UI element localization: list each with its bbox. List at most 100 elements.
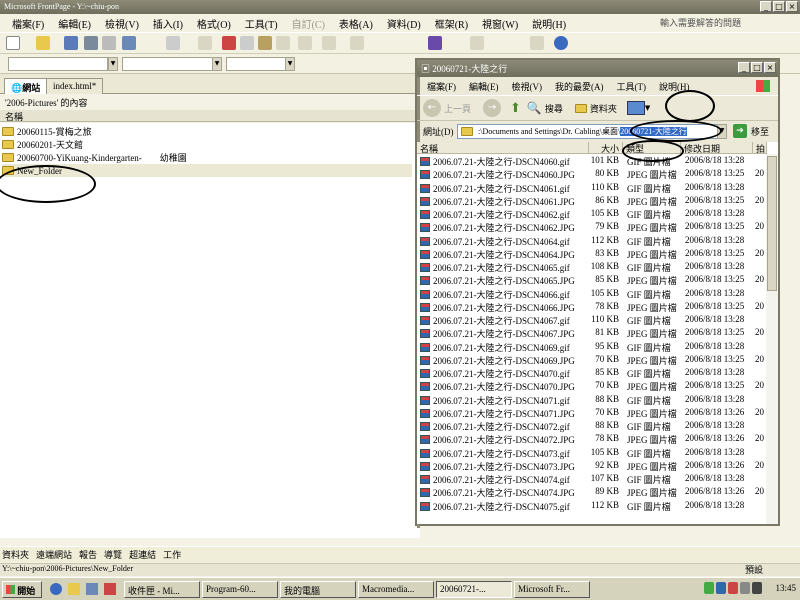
file-row[interactable]: 2006.07.21-大陸之行-DSCN4073.gif 105 KB GIF 圖片… xyxy=(417,447,778,460)
file-row[interactable]: 2006.07.21-大陸之行-DSCN4071.JPG 70 KB JPEG 圖片… xyxy=(417,407,778,420)
start-button[interactable]: 開始 xyxy=(2,581,42,598)
file-row[interactable]: 2006.07.21-大陸之行-DSCN4072.gif 88 KB GIF 圖片檔… xyxy=(417,420,778,433)
back-button-label[interactable]: 上一頁 xyxy=(444,102,471,115)
paste-icon[interactable] xyxy=(258,36,272,50)
tray-icon[interactable] xyxy=(752,582,762,594)
file-row[interactable]: 2006.07.21-大陸之行-DSCN4065.JPG 85 KB JPEG 圖片… xyxy=(417,274,778,287)
cut-icon[interactable] xyxy=(222,36,236,50)
media-quicklaunch-icon[interactable] xyxy=(104,583,116,595)
list-item[interactable]: 20060201-天文館 xyxy=(2,138,83,151)
file-row[interactable]: 2006.07.21-大陸之行-DSCN4067.gif 110 KB GIF 圖片… xyxy=(417,314,778,327)
file-row[interactable]: 2006.07.21-大陸之行-DSCN4065.gif 108 KB GIF 圖片… xyxy=(417,261,778,274)
menu-item[interactable]: 說明(H) xyxy=(532,16,566,31)
column-header-modified[interactable]: 修改日期 xyxy=(681,142,753,154)
menu-item[interactable]: 框架(R) xyxy=(435,16,468,31)
file-row[interactable]: 2006.07.21-大陸之行-DSCN4074.gif 107 KB GIF 圖片… xyxy=(417,473,778,486)
copy-icon[interactable] xyxy=(240,36,254,50)
go-button[interactable]: ➔ 移至 xyxy=(733,124,769,138)
file-row[interactable]: 2006.07.21-大陸之行-DSCN4066.JPG 78 KB JPEG 圖片… xyxy=(417,301,778,314)
preview-icon[interactable] xyxy=(122,36,136,50)
file-row[interactable]: 2006.07.21-大陸之行-DSCN4064.gif 112 KB GIF 圖片… xyxy=(417,235,778,248)
maximize-button[interactable]: □ xyxy=(773,1,785,12)
file-row[interactable]: 2006.07.21-大陸之行-DSCN4069.JPG 70 KB JPEG 圖片… xyxy=(417,354,778,367)
ie-quicklaunch-icon[interactable] xyxy=(50,583,62,595)
file-row[interactable]: 2006.07.21-大陸之行-DSCN4073.JPG 92 KB JPEG 圖片… xyxy=(417,460,778,473)
menu-item[interactable]: 工具(T) xyxy=(617,80,647,93)
file-row[interactable]: 2006.07.21-大陸之行-DSCN4069.gif 95 KB GIF 圖片檔… xyxy=(417,341,778,354)
up-folder-icon[interactable]: ⬆ xyxy=(510,100,521,116)
file-row[interactable]: 2006.07.21-大陸之行-DSCN4072.JPG 78 KB JPEG 圖片… xyxy=(417,433,778,446)
file-row[interactable]: 2006.07.21-大陸之行-DSCN4061.gif 110 KB GIF 圖片… xyxy=(417,182,778,195)
file-row[interactable]: 2006.07.21-大陸之行-DSCN4066.gif 105 KB GIF 圖片… xyxy=(417,288,778,301)
file-row[interactable]: 2006.07.21-大陸之行-DSCN4064.JPG 83 KB JPEG 圖片… xyxy=(417,248,778,261)
forward-arrow-icon[interactable]: → xyxy=(483,99,502,117)
menu-item[interactable]: 資料(D) xyxy=(387,16,421,31)
file-row[interactable]: 2006.07.21-大陸之行-DSCN4075.gif 112 KB GIF 圖片… xyxy=(417,500,778,513)
view-tasks[interactable]: 工作 xyxy=(163,548,181,561)
menu-item[interactable]: 編輯(E) xyxy=(469,80,499,93)
folders-button[interactable]: 資料夾 xyxy=(590,102,617,115)
new-page-icon[interactable] xyxy=(6,36,20,50)
menu-item[interactable]: 檔案(F) xyxy=(427,80,456,93)
search-icon[interactable]: 🔍 xyxy=(527,101,542,116)
view-hyperlinks[interactable]: 超連結 xyxy=(129,548,156,561)
chevron-down-icon[interactable]: ▼ xyxy=(285,57,295,71)
back-arrow-icon[interactable]: ← xyxy=(423,99,441,117)
size-combo[interactable] xyxy=(226,57,286,71)
maximize-button[interactable]: □ xyxy=(751,62,763,73)
menu-item[interactable]: 編輯(E) xyxy=(58,16,91,31)
file-row[interactable]: 2006.07.21-大陸之行-DSCN4070.JPG 70 KB JPEG 圖片… xyxy=(417,380,778,393)
check-icon[interactable] xyxy=(198,36,212,50)
view-reports[interactable]: 報告 xyxy=(79,548,97,561)
taskbar-button[interactable]: Program-60... xyxy=(202,581,278,598)
close-button[interactable]: × xyxy=(786,1,798,12)
file-row[interactable]: 2006.07.21-大陸之行-DSCN4060.gif 101 KB GIF 圖片… xyxy=(417,155,778,168)
vertical-scrollbar[interactable] xyxy=(766,154,778,524)
view-remote-site[interactable]: 遠端網站 xyxy=(36,548,72,561)
web-component-icon[interactable] xyxy=(350,36,364,50)
spelling-icon[interactable] xyxy=(166,36,180,50)
view-folders[interactable]: 資料夾 xyxy=(2,548,29,561)
tray-icon[interactable] xyxy=(740,582,750,594)
taskbar-button[interactable]: Microsoft Fr... xyxy=(514,581,590,598)
tab-website[interactable]: 🌐網站 xyxy=(4,78,48,94)
list-item[interactable]: 20060115-賞梅之旅 xyxy=(2,125,92,138)
close-button[interactable]: × xyxy=(764,62,776,73)
chevron-down-icon[interactable]: ▼ xyxy=(212,57,222,71)
taskbar-button[interactable]: 收件匣 - Mi... xyxy=(124,581,200,598)
chevron-down-icon[interactable]: ▼ xyxy=(645,104,650,112)
file-row[interactable]: 2006.07.21-大陸之行-DSCN4062.gif 105 KB GIF 圖片… xyxy=(417,208,778,221)
scrollbar-thumb[interactable] xyxy=(767,156,777,291)
file-row[interactable]: 2006.07.21-大陸之行-DSCN4067.JPG 81 KB JPEG 圖片… xyxy=(417,327,778,340)
file-row[interactable]: 2006.07.21-大陸之行-DSCN4062.JPG 79 KB JPEG 圖片… xyxy=(417,221,778,234)
minimize-button[interactable]: _ xyxy=(760,1,772,12)
list-item[interactable]: 20060700-YiKuang-Kindergarten- 幼稚園 xyxy=(2,151,187,164)
menu-item[interactable]: 工具(T) xyxy=(245,16,278,31)
views-icon[interactable] xyxy=(626,101,645,115)
tray-icon[interactable] xyxy=(704,582,714,594)
menu-item[interactable]: 自訂(C) xyxy=(292,16,325,31)
column-header-size[interactable]: 大小 xyxy=(589,142,623,154)
menu-item[interactable]: 表格(A) xyxy=(339,16,373,31)
desktop-quicklaunch-icon[interactable] xyxy=(86,583,98,595)
format-painter-icon[interactable] xyxy=(276,36,290,50)
column-header-name[interactable]: 名稱 xyxy=(417,142,589,154)
taskbar-button[interactable]: 我的電腦 xyxy=(280,581,356,598)
tab-index-html[interactable]: index.html* xyxy=(46,78,104,94)
help-icon[interactable] xyxy=(554,36,568,50)
hyperlink-icon[interactable] xyxy=(530,36,544,50)
insert-picture-icon[interactable] xyxy=(428,36,442,50)
menu-item[interactable]: 視窗(W) xyxy=(482,16,518,31)
file-row[interactable]: 2006.07.21-大陸之行-DSCN4061.JPG 86 KB JPEG 圖片… xyxy=(417,195,778,208)
undo-icon[interactable] xyxy=(298,36,312,50)
file-row[interactable]: 2006.07.21-大陸之行-DSCN4071.gif 88 KB GIF 圖片檔… xyxy=(417,394,778,407)
taskbar-button[interactable]: Macromedia... xyxy=(358,581,434,598)
menu-item[interactable]: 檢視(V) xyxy=(105,16,139,31)
file-row[interactable]: 2006.07.21-大陸之行-DSCN4074.JPG 89 KB JPEG 圖片… xyxy=(417,486,778,499)
tray-icon[interactable] xyxy=(716,582,726,594)
file-row[interactable]: 2006.07.21-大陸之行-DSCN4070.gif 85 KB GIF 圖片檔… xyxy=(417,367,778,380)
minimize-button[interactable]: _ xyxy=(738,62,750,73)
column-header-name[interactable]: 名稱 xyxy=(0,110,420,122)
search-button[interactable]: 搜尋 xyxy=(545,102,563,115)
save-icon[interactable] xyxy=(64,36,78,50)
